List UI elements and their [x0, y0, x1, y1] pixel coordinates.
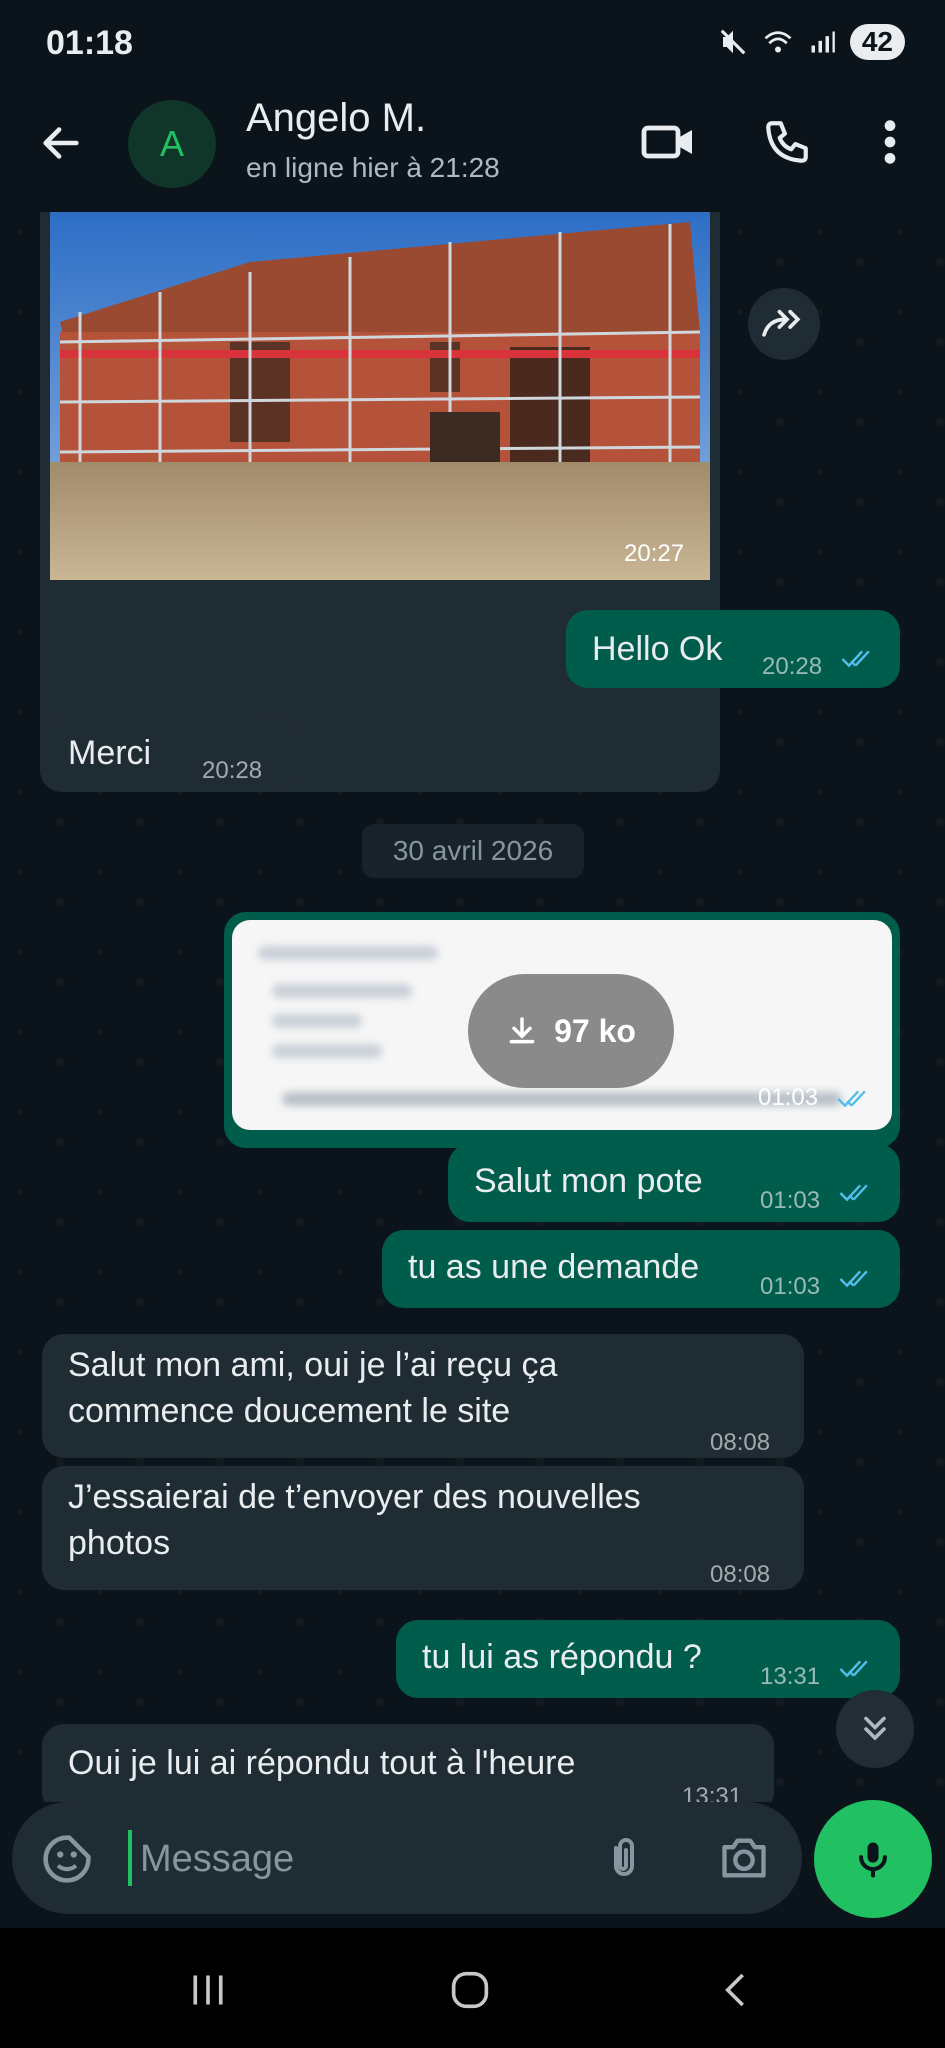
chevron-left-icon — [725, 1973, 744, 2007]
status-bar: 01:18 42 — [0, 0, 945, 90]
incoming-message[interactable]: Oui je lui ai répondu tout à l'heure 13:… — [42, 1724, 774, 1802]
message-text: Salut mon pote — [474, 1162, 703, 1200]
attach-icon — [614, 1838, 634, 1876]
sticker-icon — [43, 1835, 91, 1883]
image-message[interactable]: 20:27 — [40, 212, 720, 792]
home-icon — [451, 1971, 489, 2009]
message-time: 08:08 — [710, 1429, 771, 1456]
document-size: 97 ko — [554, 1012, 636, 1049]
mic-icon — [859, 1842, 887, 1878]
status-icons: 42 — [718, 24, 905, 60]
message-time: 13:31 — [760, 1663, 821, 1690]
video-call-icon — [641, 125, 692, 159]
signal-icon — [811, 31, 835, 53]
chat-header: A Angelo M. en ligne hier à 21:28 — [0, 90, 945, 212]
message-time: 20:28 — [762, 653, 823, 680]
incoming-message[interactable]: J’essaierai de t’envoyer des nouvelles p… — [42, 1466, 804, 1590]
message-text: tu as une demande — [408, 1248, 700, 1286]
message-time: 20:27 — [624, 540, 685, 567]
message-text: tu lui as répondu ? — [422, 1638, 702, 1676]
document-message[interactable]: 97 ko 01:03 — [224, 912, 900, 1148]
system-nav-bar — [0, 1928, 945, 2048]
message-time: 01:03 — [758, 1084, 819, 1111]
outgoing-message[interactable]: tu lui as répondu ? 13:31 — [396, 1620, 900, 1698]
read-ticks-icon — [841, 650, 870, 668]
forward-button[interactable] — [748, 288, 820, 360]
camera-icon — [722, 1838, 766, 1878]
camera-button[interactable] — [718, 1834, 770, 1887]
read-ticks-icon — [839, 1184, 868, 1202]
incoming-message[interactable]: Salut mon ami, oui je l’ai reçu ça comme… — [42, 1334, 804, 1458]
outgoing-message[interactable]: Hello Ok 20:28 — [566, 610, 900, 688]
video-call-button[interactable] — [640, 114, 696, 175]
avatar[interactable]: A — [128, 100, 216, 188]
home-button[interactable] — [448, 1970, 492, 2015]
status-time: 01:18 — [46, 24, 133, 62]
more-vert-icon — [884, 120, 896, 164]
message-text: Merci — [68, 734, 152, 772]
scroll-to-bottom-button[interactable] — [836, 1690, 914, 1768]
system-back-button[interactable] — [716, 1970, 756, 2015]
mute-icon — [720, 29, 746, 55]
read-ticks-icon — [839, 1660, 868, 1678]
message-time: 01:03 — [760, 1273, 821, 1300]
message-time: 20:28 — [202, 757, 263, 784]
construction-photo[interactable] — [50, 212, 710, 580]
voice-call-button[interactable] — [762, 114, 812, 175]
battery-indicator: 42 — [849, 24, 905, 60]
message-text-line: J’essaierai de t’envoyer des nouvelles — [68, 1478, 641, 1516]
voice-message-button[interactable] — [814, 1800, 932, 1918]
message-text-line: Salut mon ami, oui je l’ai reçu ça — [68, 1346, 558, 1384]
message-input[interactable] — [138, 1826, 582, 1892]
message-time: 13:31 — [682, 1783, 743, 1802]
message-text-line: commence doucement le site — [68, 1392, 511, 1430]
message-time: 08:08 — [710, 1561, 771, 1588]
back-arrow-icon — [43, 127, 79, 159]
recent-apps-icon — [193, 1975, 223, 2005]
message-text-line: photos — [68, 1524, 171, 1562]
read-ticks-icon — [837, 1090, 866, 1108]
message-composer — [12, 1802, 802, 1914]
outgoing-message[interactable]: Salut mon pote 01:03 — [448, 1144, 900, 1222]
download-button[interactable]: 97 ko — [468, 974, 674, 1088]
scroll-down-icon — [864, 1716, 886, 1741]
text-cursor — [128, 1830, 132, 1886]
back-button[interactable] — [38, 120, 84, 171]
download-icon — [509, 1017, 535, 1044]
wifi-icon — [764, 31, 792, 53]
message-time: 01:03 — [760, 1187, 821, 1214]
attach-button[interactable] — [600, 1830, 648, 1891]
more-options-button[interactable] — [872, 114, 908, 175]
date-separator: 30 avril 2026 — [362, 824, 584, 878]
message-text: Oui je lui ai répondu tout à l'heure — [68, 1744, 576, 1782]
sticker-button[interactable] — [40, 1832, 94, 1891]
phone-icon — [766, 121, 808, 163]
chat-area[interactable]: 20:27 Hello Ok 20:28 Merci 20:28 30 avri… — [0, 212, 945, 1802]
contact-name[interactable]: Angelo M. — [246, 96, 426, 141]
read-ticks-icon — [839, 1270, 868, 1288]
forward-icon — [762, 309, 801, 337]
contact-status: en ligne hier à 21:28 — [246, 152, 500, 183]
incoming-message[interactable]: Merci 20:28 — [42, 714, 292, 792]
recent-apps-button[interactable] — [186, 1970, 230, 2015]
message-text: Hello Ok — [592, 630, 723, 668]
outgoing-message[interactable]: tu as une demande 01:03 — [382, 1230, 900, 1308]
